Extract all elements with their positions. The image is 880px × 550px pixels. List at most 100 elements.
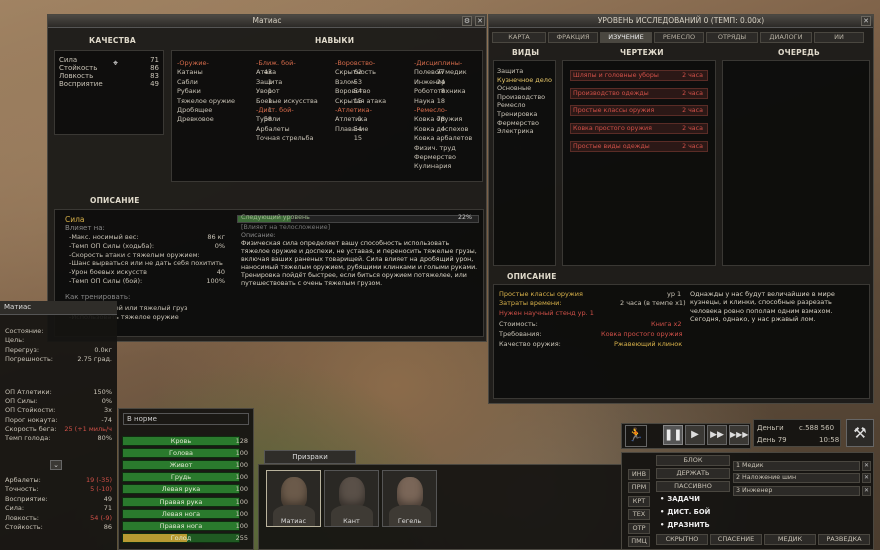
money-value: c.588 560 — [799, 424, 835, 432]
job-slot[interactable]: 3 Инженер — [733, 485, 860, 496]
play-button[interactable]: ▶ — [685, 425, 705, 445]
blueprint-item[interactable]: Простые классы оружия 2 часа — [570, 105, 708, 117]
blueprint-name: Производство одежды — [573, 89, 649, 97]
side-button[interactable]: ПМЦ — [628, 536, 650, 547]
stance-toggle[interactable]: • ДИСТ. БОЙ — [660, 508, 730, 519]
types-header: ВИДЫ — [512, 48, 540, 57]
mode-button[interactable]: МЕДИК — [764, 534, 816, 545]
research-type-item[interactable]: Тренировка — [497, 110, 537, 118]
skills-header: НАВЫКИ — [315, 36, 355, 45]
effect-name: -Шанс вырваться или не дать себя похитит… — [69, 259, 223, 268]
stance-toggle[interactable]: • ЗАДАЧИ — [660, 495, 730, 506]
job-label: 3 Инженер — [736, 486, 773, 494]
blueprint-item[interactable]: Ковка простого оружия 2 часа — [570, 123, 708, 135]
research-selected-name: Простые классы оружия — [499, 290, 583, 298]
health-bar: Левая нога — [122, 508, 240, 519]
order-button[interactable]: ДЕРЖАТЬ — [656, 467, 730, 479]
effect-value: 100% — [206, 277, 225, 285]
close-icon[interactable]: ✕ — [861, 16, 871, 26]
side-button[interactable]: ПРМ — [628, 482, 650, 494]
fast-button[interactable]: ▶▶ — [707, 425, 727, 445]
squad-tab[interactable]: Призраки — [264, 450, 356, 464]
research-type-item[interactable]: Основные — [497, 84, 531, 92]
status-value: 0% — [101, 397, 112, 406]
research-quality-value: Ржавеющий клинок — [614, 340, 683, 348]
job-slot[interactable]: 2 Наложение шин — [733, 473, 860, 484]
research-quality-label: Качество оружия: — [499, 340, 561, 348]
run-icon[interactable]: 🏃 — [625, 425, 647, 447]
mode-button[interactable]: РАЗВЕДКА — [818, 534, 870, 545]
mode-button[interactable]: СКРЫТНО — [656, 534, 708, 545]
fastest-button[interactable]: ▶▶▶ — [729, 425, 749, 445]
order-button[interactable]: БЛОК — [656, 455, 730, 466]
stance-dot: • — [660, 521, 665, 529]
stance-dot: • — [660, 495, 665, 503]
desc-label: Описание: — [241, 232, 276, 239]
health-value: 100 — [235, 509, 248, 518]
stance-toggle[interactable]: • ДРАЗНИТЬ — [660, 521, 730, 532]
skill-category: -Воровство- — [335, 59, 376, 67]
side-button[interactable]: ТЕХ — [628, 509, 650, 521]
health-part-name: Правая нога — [159, 521, 203, 530]
health-part-name: Правая рука — [159, 497, 203, 506]
close-icon[interactable]: ✕ — [475, 16, 485, 26]
health-part-name: Левая нога — [161, 509, 201, 518]
health-value: 100 — [235, 473, 248, 482]
research-type-item[interactable]: Производство — [497, 93, 545, 101]
stance-dot: • — [660, 508, 665, 516]
pause-button[interactable]: ❚❚ — [663, 425, 683, 445]
squad-portrait[interactable]: Гегель — [382, 470, 437, 527]
research-type-item[interactable]: Кузнечное дело — [497, 76, 552, 84]
blueprint-item[interactable]: Простые виды одежды 2 часа — [570, 140, 708, 152]
research-type-item[interactable]: Ремесло — [497, 101, 526, 109]
stance-label: ДРАЗНИТЬ — [667, 521, 710, 529]
order-button[interactable]: ПАССИВНО — [656, 480, 730, 492]
queue-panel — [722, 60, 870, 266]
build-hammer-icon[interactable]: ⚒ — [846, 419, 874, 447]
attribute-name[interactable]: Сила — [59, 56, 77, 64]
research-type-item[interactable]: Фермерство — [497, 119, 539, 127]
queue-header: ОЧЕРЕДЬ — [778, 48, 820, 57]
tab-6[interactable]: ИИ — [814, 32, 864, 43]
settings-icon[interactable]: ⚙ — [462, 16, 472, 26]
blueprint-item[interactable]: Производство одежды 2 часа — [570, 87, 708, 99]
body-note: [Влияет на телосложение] — [241, 224, 331, 231]
health-value: 100 — [235, 449, 248, 458]
job-remove-icon[interactable]: ✕ — [862, 461, 871, 471]
collapse-arrow-icon[interactable]: ⌄ — [50, 460, 62, 470]
tab-0[interactable]: КАРТА — [492, 32, 546, 43]
skill-category: -Ремесло- — [414, 106, 448, 114]
side-button[interactable]: ИНВ — [628, 469, 650, 480]
research-window-titlebar[interactable]: УРОВЕНЬ ИССЛЕДОВАНИЙ 0 (ТЕМП: 0.00x) — [489, 15, 873, 28]
health-bar: Живот — [122, 460, 240, 471]
research-type-item[interactable]: Защита — [497, 67, 523, 75]
side-button[interactable]: КРТ — [628, 495, 650, 507]
health-value: 100 — [235, 461, 248, 470]
squad-portrait[interactable]: Матиас — [266, 470, 321, 527]
tab-2[interactable]: ИЗУЧЕНИЕ — [600, 32, 652, 43]
status-value: 71 — [103, 504, 112, 513]
tab-3[interactable]: РЕМЕСЛО — [654, 32, 704, 43]
health-bar: Грудь — [122, 472, 240, 483]
blueprint-name: Простые виды одежды — [573, 142, 650, 150]
blueprint-item[interactable]: Шляпы и головные уборы 2 часа — [570, 70, 708, 81]
desc-title: Сила — [65, 215, 85, 224]
side-button[interactable]: ОТР — [628, 522, 650, 534]
research-req-label: Требования: — [499, 330, 542, 338]
tab-4[interactable]: ОТРЯДЫ — [706, 32, 758, 43]
character-window-title: Матиас — [252, 16, 282, 25]
job-remove-icon[interactable]: ✕ — [862, 485, 871, 496]
squad-portrait[interactable]: Кант — [324, 470, 379, 527]
character-window: Матиас ⚙ ✕ КАЧЕСТВА НАВЫКИ Сила 71 Стойкос… — [47, 14, 522, 342]
research-type-item[interactable]: Электрика — [497, 127, 534, 135]
health-value: 100 — [235, 485, 248, 494]
tab-5[interactable]: ДИАЛОГИ — [760, 32, 812, 43]
status-name-bar: Матиас — [0, 301, 117, 315]
health-bar: Голова — [122, 448, 240, 459]
job-label: 2 Наложение шин — [736, 474, 797, 482]
character-window-titlebar[interactable]: Матиас — [48, 15, 486, 28]
job-slot[interactable]: 1 Медик — [733, 461, 860, 471]
job-remove-icon[interactable]: ✕ — [862, 473, 871, 484]
mode-button[interactable]: СПАСЕНИЕ — [710, 534, 762, 545]
tab-1[interactable]: ФРАКЦИЯ — [548, 32, 598, 43]
